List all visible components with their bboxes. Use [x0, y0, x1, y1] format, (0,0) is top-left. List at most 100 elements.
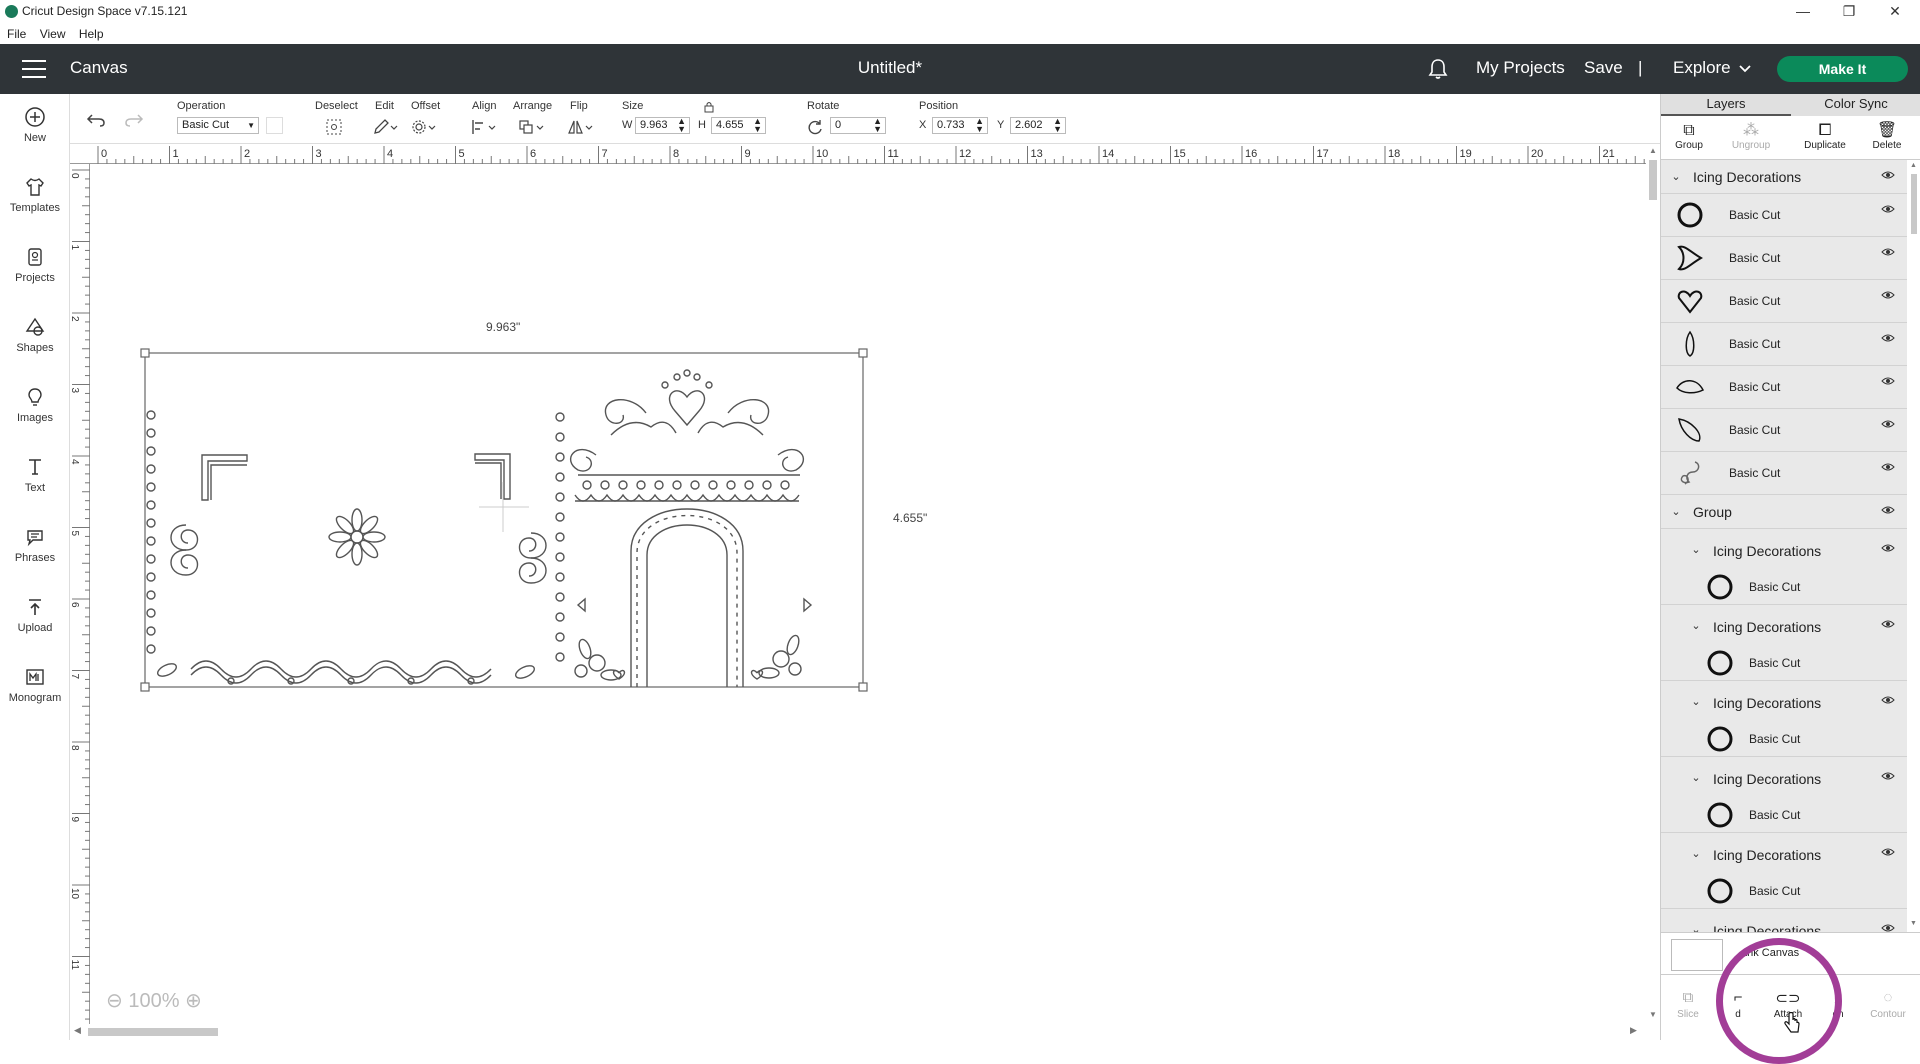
operation-select[interactable]: Basic Cut ▼ [177, 117, 259, 134]
layer-row[interactable]: Basic Cut [1661, 873, 1907, 909]
layer-subgroup-row[interactable]: ⌄ Icing Decorations [1661, 681, 1907, 721]
height-input[interactable]: 4.655 ▲ ▼ [711, 117, 766, 134]
scroll-left-icon[interactable]: ◀ [74, 1025, 81, 1036]
eye-icon[interactable] [1881, 543, 1895, 553]
canvas-color-swatch[interactable] [1671, 939, 1723, 971]
undo-icon[interactable] [86, 112, 106, 128]
layer-row[interactable]: Basic Cut [1661, 645, 1907, 681]
layer-row[interactable]: Basic Cut [1661, 237, 1907, 280]
duplicate-button[interactable]: ⧠ Duplicate [1797, 122, 1853, 151]
eye-icon[interactable] [1881, 505, 1895, 515]
menu-view[interactable]: View [40, 24, 66, 44]
delete-button[interactable]: 🗑 Delete [1859, 122, 1915, 151]
document-title[interactable]: Untitled* [740, 58, 1040, 78]
canvas-horizontal-scrollbar[interactable]: ◀ ▶ [70, 1024, 1660, 1040]
layer-group-row[interactable]: ⌄ Group [1661, 495, 1907, 529]
stepper-icon[interactable]: ▲ ▼ [677, 117, 686, 134]
my-projects-link[interactable]: My Projects [1476, 58, 1565, 78]
scroll-right-icon[interactable]: ▶ [1630, 1025, 1637, 1036]
maximize-button[interactable]: ❐ [1826, 0, 1872, 24]
design-artwork[interactable] [91, 165, 1646, 1025]
chevron-down-icon[interactable]: ⌄ [1689, 619, 1703, 632]
sidebar-item-images[interactable]: Images [0, 386, 70, 424]
slice-button[interactable]: ⧉ Slice [1663, 989, 1713, 1020]
offset-icon[interactable] [410, 118, 436, 136]
sidebar-item-templates[interactable]: Templates [0, 176, 70, 214]
eye-icon[interactable] [1881, 771, 1895, 781]
hamburger-menu-icon[interactable] [22, 60, 46, 78]
x-position-input[interactable]: 0.733 ▲ ▼ [932, 117, 988, 134]
layer-row[interactable]: Basic Cut [1661, 194, 1907, 237]
scrollbar-thumb[interactable] [1649, 160, 1657, 200]
flip-icon[interactable] [566, 118, 594, 136]
tab-color-sync[interactable]: Color Sync [1791, 94, 1920, 116]
lock-icon[interactable] [704, 101, 714, 113]
sidebar-item-phrases[interactable]: Phrases [0, 526, 70, 564]
sidebar-item-projects[interactable]: Projects [0, 246, 70, 284]
layer-row[interactable]: Basic Cut [1661, 721, 1907, 757]
layer-row[interactable]: Basic Cut [1661, 569, 1907, 605]
layer-row[interactable]: Basic Cut [1661, 452, 1907, 495]
scroll-up-icon[interactable]: ▲ [1910, 162, 1917, 169]
edit-pencil-icon[interactable] [372, 118, 398, 136]
deselect-icon[interactable] [325, 118, 343, 136]
layer-row[interactable]: Basic Cut [1661, 366, 1907, 409]
eye-icon[interactable] [1881, 923, 1895, 932]
explore-dropdown[interactable]: Explore [1673, 58, 1731, 78]
arrange-icon[interactable] [518, 118, 544, 136]
eye-icon[interactable] [1881, 847, 1895, 857]
chevron-down-icon[interactable]: ⌄ [1689, 771, 1703, 784]
eye-icon[interactable] [1881, 419, 1895, 429]
layer-list[interactable]: ⌄ Icing Decorations Basic Cut Basic Cut … [1661, 160, 1907, 932]
layer-row[interactable]: Basic Cut [1661, 280, 1907, 323]
bell-icon[interactable] [1428, 58, 1448, 80]
eye-icon[interactable] [1881, 695, 1895, 705]
menu-file[interactable]: File [7, 24, 26, 44]
chevron-down-icon[interactable] [1738, 64, 1752, 74]
layer-subgroup-row[interactable]: ⌄ Icing Decorations [1661, 833, 1907, 873]
layer-row[interactable]: Basic Cut [1661, 323, 1907, 366]
group-button[interactable]: ⧉ Group [1661, 122, 1717, 151]
layer-group-row[interactable]: ⌄ Icing Decorations [1661, 160, 1907, 194]
save-button[interactable]: Save [1584, 58, 1623, 78]
chevron-down-icon[interactable]: ⌄ [1689, 923, 1703, 932]
canvas-vertical-scrollbar[interactable]: ▲ ▼ [1646, 144, 1660, 1024]
sidebar-item-monogram[interactable]: Monogram [0, 666, 70, 704]
eye-icon[interactable] [1881, 462, 1895, 472]
design-canvas[interactable]: 9.963" 4.655" [91, 165, 1646, 1025]
sidebar-item-upload[interactable]: Upload [0, 596, 70, 634]
menu-help[interactable]: Help [79, 24, 104, 44]
layer-row[interactable]: Basic Cut [1661, 409, 1907, 452]
chevron-down-icon[interactable]: ⌄ [1689, 695, 1703, 708]
eye-icon[interactable] [1881, 247, 1895, 257]
scroll-down-icon[interactable]: ▼ [1649, 1010, 1657, 1019]
eye-icon[interactable] [1881, 619, 1895, 629]
layer-row[interactable]: Basic Cut [1661, 797, 1907, 833]
chevron-down-icon[interactable]: ⌄ [1689, 543, 1703, 556]
layers-scrollbar[interactable]: ▲ ▼ [1907, 160, 1920, 932]
zoom-in-icon[interactable]: ⊕ [185, 990, 202, 1012]
layer-subgroup-row[interactable]: ⌄ Icing Decorations [1661, 529, 1907, 569]
close-window-button[interactable]: ✕ [1872, 0, 1918, 24]
scrollbar-thumb[interactable] [88, 1028, 218, 1036]
sidebar-item-new[interactable]: New [0, 106, 70, 144]
chevron-down-icon[interactable]: ⌄ [1669, 170, 1683, 183]
scroll-down-icon[interactable]: ▼ [1910, 920, 1917, 927]
sidebar-item-shapes[interactable]: Shapes [0, 316, 70, 354]
stepper-icon[interactable]: ▲ ▼ [975, 117, 984, 134]
stepper-icon[interactable]: ▲ ▼ [753, 117, 762, 134]
sidebar-item-text[interactable]: Text [0, 456, 70, 494]
y-position-input[interactable]: 2.602 ▲ ▼ [1010, 117, 1066, 134]
eye-icon[interactable] [1881, 376, 1895, 386]
stepper-icon[interactable]: ▲ ▼ [1053, 117, 1062, 134]
contour-button[interactable]: ◌ Contour [1863, 989, 1913, 1020]
chevron-down-icon[interactable]: ⌄ [1689, 847, 1703, 860]
chevron-down-icon[interactable]: ⌄ [1669, 505, 1683, 518]
stepper-icon[interactable]: ▲ ▼ [873, 117, 882, 134]
make-it-button[interactable]: Make It [1777, 56, 1908, 82]
tab-layers[interactable]: Layers [1661, 94, 1791, 116]
eye-icon[interactable] [1881, 290, 1895, 300]
layer-subgroup-row[interactable]: ⌄ Icing Decorations [1661, 757, 1907, 797]
ungroup-button[interactable]: ⁂ Ungroup [1723, 122, 1779, 151]
eye-icon[interactable] [1881, 204, 1895, 214]
